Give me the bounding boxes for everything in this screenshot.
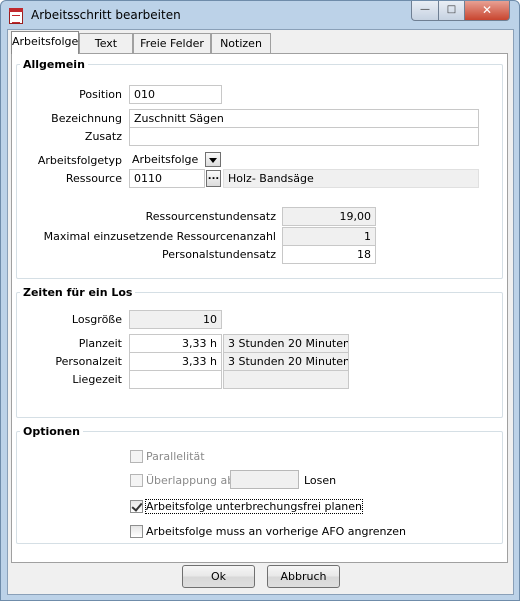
zusatz-label: Zusatz xyxy=(84,130,122,143)
ok-button[interactable]: Ok xyxy=(182,565,255,588)
group-title-zeiten: Zeiten für ein Los xyxy=(20,286,136,299)
ressource-name-field: Holz- Bandsäge xyxy=(223,169,479,188)
personalzeit-field[interactable]: 3,33 h xyxy=(129,352,222,371)
maximize-button[interactable]: □ xyxy=(438,1,465,21)
ueberlappung-suffix: Losen xyxy=(304,474,337,487)
position-label: Position xyxy=(79,88,122,101)
tab-notizen[interactable]: Notizen xyxy=(211,33,271,53)
personalstundensatz-label: Personalstundensatz xyxy=(161,248,276,261)
close-button[interactable]: ✕ xyxy=(464,1,510,21)
tab-arbeitsfolge[interactable]: Arbeitsfolge xyxy=(11,31,79,54)
ressource-browse-button[interactable]: ... xyxy=(206,170,221,187)
liegezeit-field[interactable] xyxy=(129,370,222,389)
tab-text[interactable]: Text xyxy=(79,33,133,53)
ressourcenstundensatz-label: Ressourcenstundensatz xyxy=(145,210,276,223)
group-title-allgemein: Allgemein xyxy=(20,58,88,71)
cancel-button[interactable]: Abbruch xyxy=(267,565,340,588)
window-title: Arbeitsschritt bearbeiten xyxy=(31,8,181,22)
tab-freie-felder[interactable]: Freie Felder xyxy=(133,33,211,53)
zusatz-field[interactable] xyxy=(129,127,479,146)
app-icon xyxy=(9,8,23,24)
tab-panel-arbeitsfolge: Allgemein Position 010 Bezeichnung Zusch… xyxy=(11,53,508,563)
planzeit-label: Planzeit xyxy=(78,337,122,350)
planzeit-field[interactable]: 3,33 h xyxy=(129,334,222,353)
bezeichnung-label: Bezeichnung xyxy=(51,112,122,125)
unterbrechungsfrei-label: Arbeitsfolge unterbrechungsfrei planen xyxy=(144,499,364,514)
unterbrechungsfrei-checkbox[interactable] xyxy=(130,500,143,513)
maximal-ressourcen-label: Maximal einzusetzende Ressourcenanzahl xyxy=(43,230,276,243)
parallelitaet-label: Parallelität xyxy=(146,450,205,463)
parallelitaet-checkbox[interactable] xyxy=(130,450,143,463)
dialog-client: Arbeitsfolge Text Freie Felder Notizen A… xyxy=(7,29,514,595)
personalzeit-label: Personalzeit xyxy=(55,355,122,368)
personalstundensatz-field[interactable]: 18 xyxy=(282,245,376,264)
position-field[interactable]: 010 xyxy=(129,85,222,104)
personalzeit-text: 3 Stunden 20 Minuten xyxy=(223,352,349,371)
bezeichnung-field[interactable]: Zuschnitt Sägen xyxy=(129,109,479,128)
ressource-label: Ressource xyxy=(65,172,122,185)
ueberlappung-field[interactable] xyxy=(230,470,299,489)
arbeitsfolgetyp-label: Arbeitsfolgetyp xyxy=(37,154,122,167)
ressource-field[interactable]: 0110 xyxy=(129,169,205,188)
angrenzen-checkbox[interactable] xyxy=(130,525,143,538)
maximal-ressourcen-field: 1 xyxy=(282,227,376,246)
ressourcenstundensatz-field: 19,00 xyxy=(282,207,376,226)
liegezeit-text xyxy=(223,370,349,389)
planzeit-text: 3 Stunden 20 Minuten xyxy=(223,334,349,353)
losgroesse-label: Losgröße xyxy=(71,313,122,326)
ueberlappung-label: Überlappung ab xyxy=(146,474,235,487)
chevron-down-icon[interactable] xyxy=(205,152,221,167)
ueberlappung-checkbox[interactable] xyxy=(130,474,143,487)
liegezeit-label: Liegezeit xyxy=(72,373,122,386)
angrenzen-label: Arbeitsfolge muss an vorherige AFO angre… xyxy=(146,525,407,538)
group-title-optionen: Optionen xyxy=(20,425,83,438)
title-bar[interactable]: Arbeitsschritt bearbeiten — □ ✕ xyxy=(1,1,519,31)
minimize-button[interactable]: — xyxy=(411,1,439,21)
losgroesse-field: 10 xyxy=(129,310,222,329)
dialog-window: Arbeitsschritt bearbeiten — □ ✕ Arbeitsf… xyxy=(0,0,520,601)
